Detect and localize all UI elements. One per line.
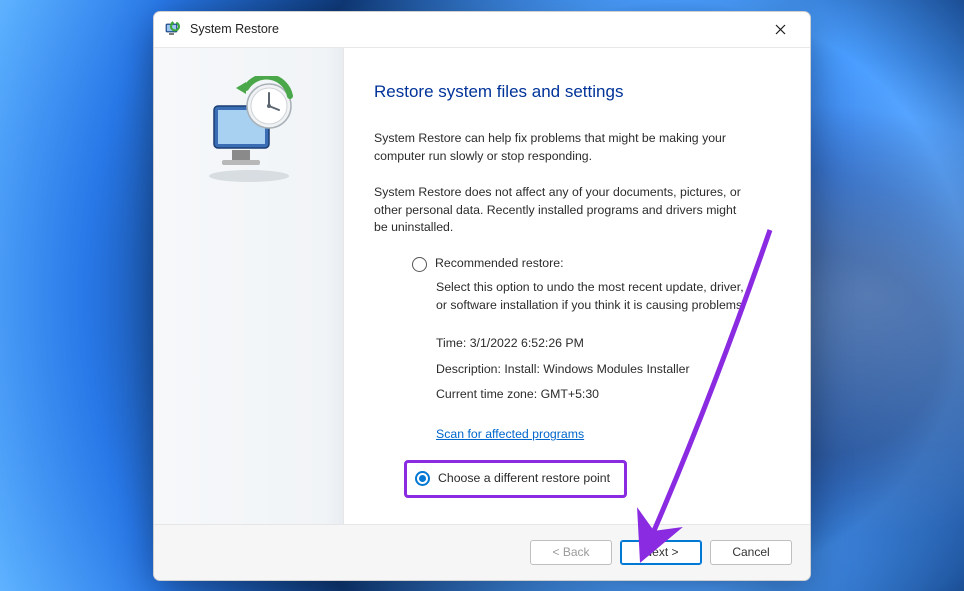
restore-timezone: Current time zone: GMT+5:30 (436, 386, 780, 404)
close-button[interactable] (758, 14, 802, 44)
radio-checked-icon (415, 471, 430, 486)
scan-affected-programs-link[interactable]: Scan for affected programs (436, 426, 584, 444)
restore-illustration-icon (194, 76, 304, 186)
intro-text-2: System Restore does not affect any of yo… (374, 184, 744, 237)
restore-options: Recommended restore: Select this option … (374, 255, 780, 498)
close-icon (775, 24, 786, 35)
recommended-restore-radio[interactable]: Recommended restore: (412, 255, 780, 273)
radio-unchecked-icon (412, 257, 427, 272)
system-restore-icon (164, 20, 182, 38)
cancel-button[interactable]: Cancel (710, 540, 792, 565)
recommended-restore-label: Recommended restore: (435, 255, 564, 273)
system-restore-dialog: System Restore (153, 11, 811, 581)
different-restore-label: Choose a different restore point (438, 470, 610, 488)
restore-meta: Time: 3/1/2022 6:52:26 PM Description: I… (436, 335, 780, 404)
intro-text-1: System Restore can help fix problems tha… (374, 130, 744, 166)
back-button: < Back (530, 540, 612, 565)
content-area: Restore system files and settings System… (154, 48, 810, 524)
recommended-restore-desc: Select this option to undo the most rece… (436, 279, 756, 315)
left-pane (154, 48, 344, 524)
right-pane: Restore system files and settings System… (344, 48, 810, 524)
titlebar: System Restore (154, 12, 810, 48)
window-title: System Restore (190, 22, 279, 36)
restore-description: Description: Install: Windows Modules In… (436, 361, 780, 379)
different-restore-point-radio[interactable]: Choose a different restore point (404, 460, 627, 498)
next-button[interactable]: Next > (620, 540, 702, 565)
button-footer: < Back Next > Cancel (154, 524, 810, 580)
restore-time: Time: 3/1/2022 6:52:26 PM (436, 335, 780, 353)
page-heading: Restore system files and settings (374, 80, 780, 105)
